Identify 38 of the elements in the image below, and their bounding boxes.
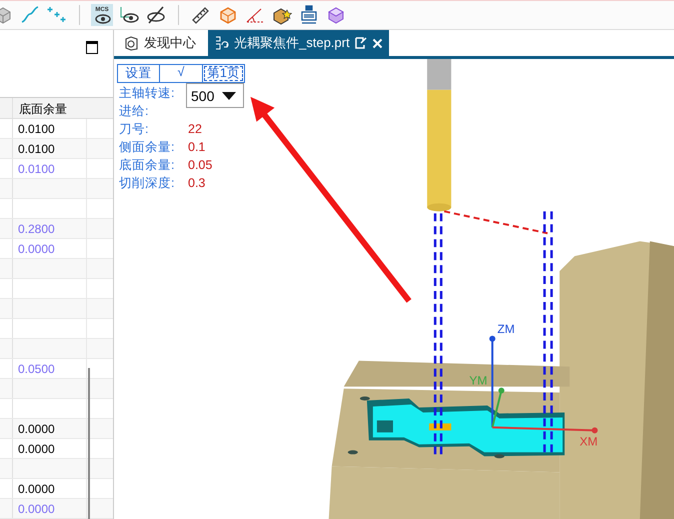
part-file-icon — [214, 36, 229, 50]
discovery-icon — [124, 36, 139, 50]
panel-tab[interactable]: √ — [160, 65, 203, 82]
table-cell: 0.0000 — [18, 502, 55, 516]
panel-tab[interactable]: 设置 — [118, 65, 160, 82]
axis-label: ZM — [497, 322, 515, 336]
panel-tab[interactable]: 第1页 — [202, 65, 244, 82]
parameter-label: 底面余量: — [118, 156, 176, 174]
parameter-label: 刀号: — [118, 120, 150, 138]
parameter-label: 侧面余量: — [118, 138, 176, 156]
pop-out-icon[interactable] — [354, 37, 367, 49]
table-cell: 0.0000 — [18, 242, 55, 256]
table-cell: 0.0000 — [18, 422, 55, 436]
document-tab[interactable]: 发现中心 — [118, 30, 202, 56]
parameter-label: 切削深度: — [118, 174, 176, 192]
parameter-value: 22 — [188, 122, 202, 136]
table-cell: 0.2800 — [18, 222, 55, 236]
parameter-value: 0.3 — [188, 176, 206, 190]
parameter-value: 0.05 — [188, 158, 212, 172]
axis-label: XM — [580, 434, 598, 448]
parameter-label: 进给: — [118, 102, 150, 120]
scrollbar[interactable] — [88, 368, 90, 519]
column-header: 底面余量 — [18, 101, 67, 118]
table-cell: 0.0100 — [18, 162, 55, 176]
table-cell: 0.0000 — [18, 482, 55, 496]
eye-off-tool-button[interactable] — [145, 4, 167, 26]
caret-icon — [222, 92, 236, 100]
table-cell: 0.0000 — [18, 442, 55, 456]
table-cell: 0.0500 — [18, 362, 55, 376]
parameter-label: 主轴转速: — [118, 84, 176, 102]
maximize-icon[interactable] — [86, 41, 98, 54]
table-cell: 0.0100 — [18, 142, 55, 156]
spindle-speed-dropdown[interactable]: 500 — [186, 83, 244, 108]
axis-label: YM — [469, 374, 488, 388]
table-cell: 0.0100 — [18, 122, 55, 136]
close-icon[interactable] — [372, 38, 383, 48]
parameter-value: 0.1 — [188, 140, 206, 154]
document-tab[interactable]: 光耦聚焦件_step.prt — [208, 30, 389, 56]
